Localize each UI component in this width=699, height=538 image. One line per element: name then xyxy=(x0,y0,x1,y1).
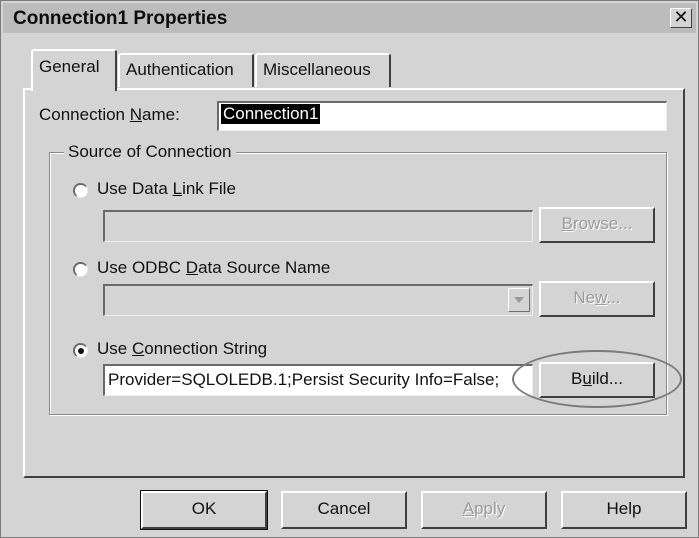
data-link-label-pre: Use Data xyxy=(97,179,173,198)
cancel-button[interactable]: Cancel xyxy=(281,491,407,529)
ok-button[interactable]: OK xyxy=(140,490,268,530)
tab-miscellaneous[interactable]: Miscellaneous xyxy=(255,53,391,87)
browse-button[interactable]: Browse... xyxy=(539,207,655,243)
new-mnemonic: w xyxy=(595,288,607,307)
odbc-dsn-label[interactable]: Use ODBC Data Source Name xyxy=(97,258,330,278)
connection-string-input[interactable]: Provider=SQLOLEDB.1;Persist Security Inf… xyxy=(103,364,533,396)
dialog-title: Connection1 Properties xyxy=(13,8,228,29)
tab-miscellaneous-label: Miscellaneous xyxy=(263,60,371,79)
odbc-dsn-radio[interactable] xyxy=(73,262,88,277)
data-link-file-radio[interactable] xyxy=(73,183,88,198)
new-label-post: ... xyxy=(606,288,621,307)
radio-selected-dot xyxy=(78,348,84,354)
data-link-label-post: ink File xyxy=(182,179,236,198)
title-bar[interactable]: Connection1 Properties ✕ xyxy=(3,3,696,33)
highlight-ellipse xyxy=(512,350,682,408)
apply-label-post: pply xyxy=(474,499,506,518)
new-label-pre: Ne xyxy=(573,288,596,307)
connection-name-mnemonic: N xyxy=(129,105,143,124)
new-button[interactable]: New... xyxy=(539,281,655,317)
chevron-down-icon[interactable] xyxy=(508,288,530,312)
properties-dialog: Connection1 Properties ✕ General Authent… xyxy=(0,0,699,538)
tab-authentication-label: Authentication xyxy=(126,60,234,79)
data-link-file-label[interactable]: Use Data Link File xyxy=(97,179,236,199)
help-button[interactable]: Help xyxy=(561,491,687,529)
data-link-mnemonic: L xyxy=(172,179,183,198)
apply-button[interactable]: Apply xyxy=(421,491,547,529)
odbc-dsn-select[interactable] xyxy=(103,284,533,316)
browse-label-post: rowse... xyxy=(572,214,633,233)
close-icon[interactable]: ✕ xyxy=(670,8,692,28)
tab-authentication[interactable]: Authentication xyxy=(118,53,254,87)
connection-string-label[interactable]: Use Connection String xyxy=(97,339,267,359)
tab-general-label: General xyxy=(39,57,100,76)
tab-general[interactable]: General xyxy=(31,49,117,91)
connection-string-radio[interactable] xyxy=(73,343,88,358)
connection-name-label-pre: Connection xyxy=(39,105,130,124)
connstr-label-post: onnection String xyxy=(144,339,268,358)
connstr-label-pre: Use xyxy=(97,339,132,358)
data-link-file-input[interactable] xyxy=(103,210,533,242)
odbc-label-pre: Use ODBC xyxy=(97,258,186,277)
source-of-connection-legend: Source of Connection xyxy=(64,142,236,162)
connection-name-label: Connection Name: xyxy=(39,105,180,125)
odbc-mnemonic: D xyxy=(185,258,199,277)
connection-name-label-post: ame: xyxy=(142,105,180,124)
connstr-mnemonic: C xyxy=(131,339,145,358)
apply-mnemonic: A xyxy=(462,499,475,518)
odbc-label-post: ata Source Name xyxy=(198,258,331,277)
connection-name-input[interactable]: Connection1 xyxy=(217,101,667,131)
browse-mnemonic: B xyxy=(561,214,573,233)
connection-name-value: Connection1 xyxy=(221,104,321,124)
